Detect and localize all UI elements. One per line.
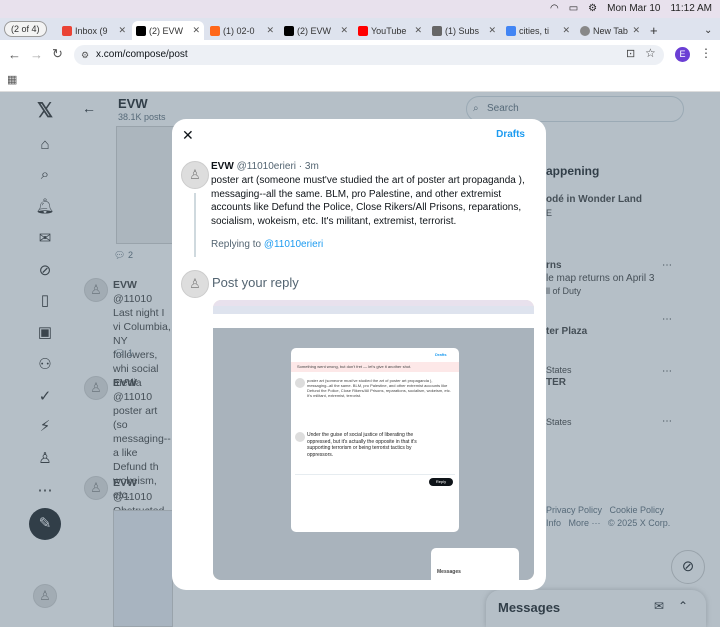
bookmark-star-icon[interactable]: ☆ xyxy=(645,46,656,60)
close-icon[interactable]: ✕ xyxy=(414,25,422,36)
back-icon[interactable]: ← xyxy=(8,47,21,62)
close-icon[interactable]: ✕ xyxy=(118,25,126,36)
author-handle[interactable]: @11010erieri xyxy=(237,161,296,172)
close-icon[interactable]: ✕ xyxy=(192,25,200,36)
close-icon[interactable]: ✕ xyxy=(266,25,274,36)
author-name[interactable]: EVW xyxy=(211,161,234,172)
tab-x-active[interactable]: (2) EVW ✕ xyxy=(132,21,204,40)
reply-input[interactable]: Post your reply xyxy=(212,275,299,290)
tab-gmail[interactable]: Inbox (9 ✕ xyxy=(58,21,130,40)
url-text: x.com/compose/post xyxy=(96,49,188,60)
browser-tab-bar: (2 of 4) Inbox (9 ✕ (2) EVW ✕ (1) 02-0 ✕ (2… xyxy=(0,18,720,40)
menubar-time: 11:12 AM xyxy=(670,3,712,14)
drafts-button[interactable]: Drafts xyxy=(496,129,525,140)
x-logo-icon xyxy=(284,25,294,36)
install-icon[interactable]: ⊡ xyxy=(626,47,635,60)
close-icon[interactable]: ✕ xyxy=(340,25,348,36)
site-info-icon[interactable]: ⚙ xyxy=(81,45,89,65)
wifi-icon[interactable]: ◠ xyxy=(550,3,559,14)
reply-modal: ✕ Drafts ♙ EVW @11010erieri · 3m poster … xyxy=(172,119,546,590)
page-icon xyxy=(432,25,442,36)
apps-grid-icon[interactable]: ▦ xyxy=(7,73,17,86)
address-bar[interactable]: ⚙ x.com/compose/post xyxy=(74,45,664,65)
tab-search-icon[interactable]: ⌄ xyxy=(700,21,716,40)
mac-menubar: ◠ ▭ ⚙ Mon Mar 10 11:12 AM xyxy=(0,0,720,18)
tab-x[interactable]: (2) EVW ✕ xyxy=(280,21,352,40)
profile-avatar[interactable]: E xyxy=(675,47,690,62)
tab-google[interactable]: cities, ti ✕ xyxy=(502,21,574,40)
new-tab-button[interactable]: + xyxy=(646,21,662,40)
thread-line xyxy=(194,193,196,257)
post-time: · 3m xyxy=(298,161,319,172)
author-avatar[interactable]: ♙ xyxy=(181,161,209,189)
close-icon[interactable]: ✕ xyxy=(632,25,640,36)
close-icon[interactable]: ✕ xyxy=(182,127,194,144)
replying-to-handle[interactable]: @11010erieri xyxy=(264,239,323,250)
bookmarks-bar: ▦ xyxy=(0,70,720,92)
menubar-date: Mon Mar 10 xyxy=(607,3,661,14)
youtube-icon xyxy=(358,25,368,36)
substack-icon xyxy=(210,25,220,36)
my-avatar: ♙ xyxy=(181,270,209,298)
close-icon[interactable]: ✕ xyxy=(562,25,570,36)
tab-youtube[interactable]: YouTube ✕ xyxy=(354,21,426,40)
battery-icon[interactable]: ▭ xyxy=(569,3,578,14)
tab-substack[interactable]: (1) 02-0 ✕ xyxy=(206,21,278,40)
control-center-icon[interactable]: ⚙ xyxy=(588,3,597,14)
tab-group-label[interactable]: (2 of 4) xyxy=(4,21,47,37)
tab-subs[interactable]: (1) Subs ✕ xyxy=(428,21,500,40)
kebab-menu-icon[interactable]: ⋮ xyxy=(700,46,712,60)
post-body: poster art (someone must've studied the … xyxy=(211,175,525,227)
reload-icon[interactable]: ↻ xyxy=(52,46,63,62)
attached-image[interactable]: Drafts Something went wrong, but don't f… xyxy=(213,300,534,580)
tab-new-tab[interactable]: New Tab ✕ xyxy=(576,21,644,40)
nested-modal: Drafts Something went wrong, but don't f… xyxy=(291,348,459,532)
gmail-icon xyxy=(62,25,72,36)
forward-icon[interactable]: → xyxy=(30,47,43,62)
chrome-icon xyxy=(580,25,590,36)
google-icon xyxy=(506,25,516,36)
post-author: EVW @11010erieri · 3m xyxy=(211,161,319,172)
x-logo-icon xyxy=(136,25,146,36)
close-icon[interactable]: ✕ xyxy=(488,25,496,36)
replying-to: Replying to @11010erieri xyxy=(211,239,324,250)
